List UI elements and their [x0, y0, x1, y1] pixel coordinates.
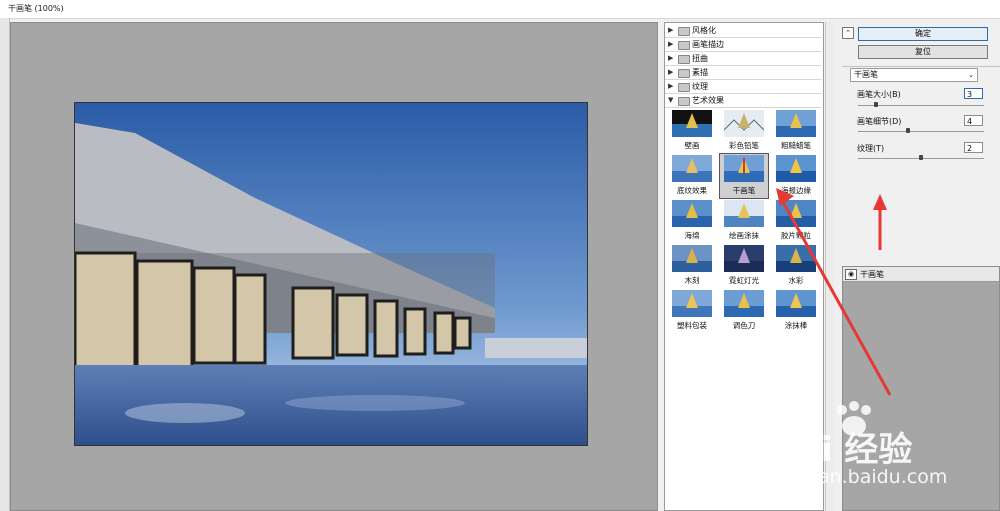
watermark-url: jingyan.baidu.com [772, 466, 948, 488]
annotation-arrow-head [873, 194, 887, 210]
annotation-arrow-diagonal [780, 199, 892, 396]
watermark: Bai 经验 jingyan.baidu.com [772, 400, 997, 496]
watermark-brand: Bai 经验 [772, 430, 913, 470]
